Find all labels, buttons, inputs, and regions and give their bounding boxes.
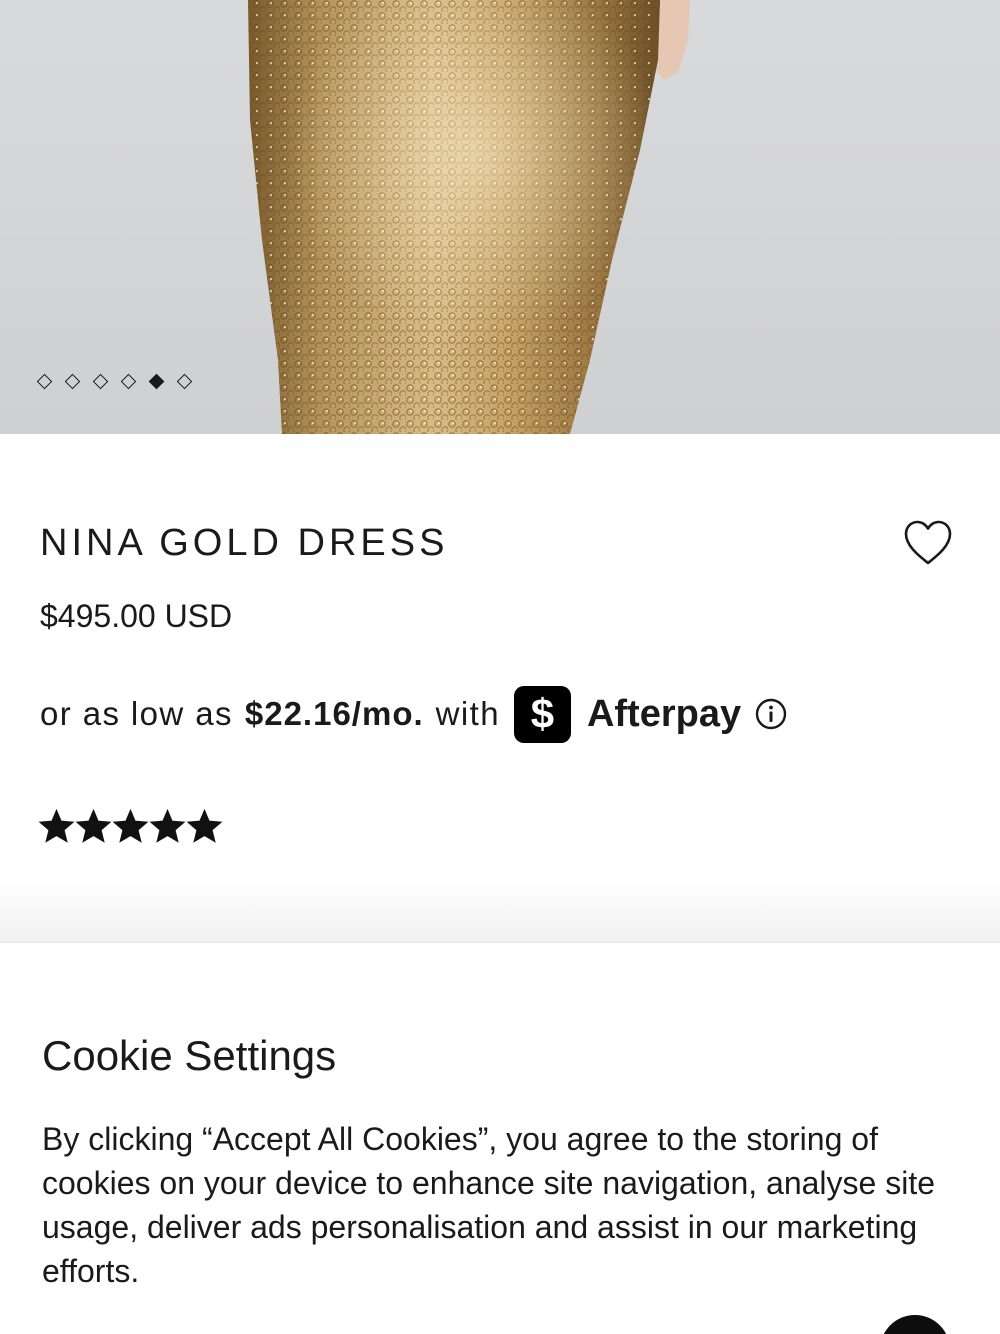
cookie-banner-title: Cookie Settings [42,1032,337,1079]
product-rating[interactable] [38,808,223,846]
product-price: $495.00 USD [40,598,233,634]
star-filled-icon [112,808,149,843]
info-circle-icon[interactable] [755,698,787,730]
dollar-sign-icon: $ [530,690,555,737]
gallery-dot[interactable] [64,373,81,390]
star-filled-icon [75,808,112,843]
cookie-banner-text: By clicking “Accept All Cookies”, you ag… [42,1121,935,1289]
cookie-banner-close-button[interactable] [880,1315,950,1334]
star-filled-icon [38,808,75,843]
star-filled-icon [149,808,186,843]
gallery-dot[interactable] [176,373,193,390]
product-title: NINA GOLD DRESS [40,522,449,564]
wishlist-button[interactable] [900,515,956,571]
gallery-dot[interactable] [92,373,109,390]
star-filled-icon [186,808,223,843]
product-image[interactable] [0,0,1000,434]
afterpay-brand: Afterpay [586,692,742,735]
gallery-dot[interactable] [36,373,53,390]
cash-app-logo: $ [513,685,571,743]
dress-image [248,0,690,434]
heart-outline-icon [904,520,952,565]
afterpay-installment-amount: $22.16/mo. [244,695,424,732]
gallery-dot[interactable] [148,373,165,390]
gallery-pagination [36,373,193,390]
gallery-dot[interactable] [120,373,137,390]
cookie-banner: Cookie Settings By clicking “Accept All … [0,942,1000,1334]
afterpay-prefix: or as low as [40,695,233,732]
cookie-banner-shadow [0,880,1000,942]
afterpay-with-text: with [435,695,500,732]
afterpay-message: or as low as $22.16/mo. with $ Afterpay [40,684,787,744]
